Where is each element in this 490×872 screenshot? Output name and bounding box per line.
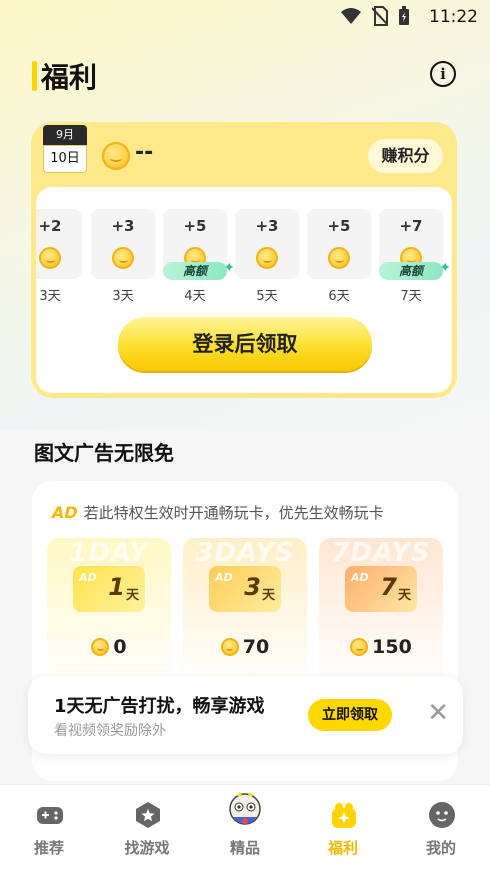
calendar-day: 10日 [43, 145, 87, 173]
info-icon[interactable]: i [430, 61, 456, 87]
plan-card-3days[interactable]: 3DAYS AD 3 天 70 [183, 538, 307, 688]
coin-icon [91, 638, 110, 656]
coin-icon [328, 247, 350, 269]
plan-ad-badge: AD [215, 571, 233, 584]
tab-label: 我的 [425, 839, 456, 857]
plan-tile: AD 7 天 [345, 566, 417, 612]
points-balance: -- [135, 140, 154, 165]
tab-find-games[interactable]: 找游戏 [98, 785, 196, 872]
bottom-tab-bar: 推荐 找游戏 精品 福利 我的 [0, 784, 490, 872]
high-bonus-badge: 高额 [163, 262, 227, 280]
ad-logo-icon: AD [52, 503, 78, 522]
toast-title: 1天无广告打扰，畅享游戏 [54, 696, 265, 717]
plan-price: 0 [47, 636, 171, 658]
coin-icon [39, 247, 61, 269]
day-points: +7 [399, 217, 423, 235]
status-time: 11:22 [429, 7, 478, 27]
tab-label: 福利 [327, 839, 358, 857]
wifi-icon [341, 8, 361, 24]
search-game-icon [136, 802, 160, 828]
day-points: +3 [111, 217, 135, 235]
plan-days: 1 [108, 573, 125, 601]
gift-icon [332, 803, 356, 828]
plan-unit: 天 [125, 588, 139, 603]
status-bar: 11:22 [0, 0, 490, 34]
plan-price-value: 150 [372, 636, 412, 658]
day-label: 6天 [328, 289, 350, 304]
ad-free-toast: 1天无广告打扰，畅享游戏 看视频领奖励除外 立即领取 ✕ [28, 676, 463, 754]
page-header: 福利 [32, 56, 97, 96]
day-card: +3 [235, 209, 299, 279]
mascot-icon [229, 792, 261, 825]
coin-icon [112, 247, 134, 269]
day-points: +5 [183, 217, 207, 235]
coin-icon [350, 638, 369, 656]
plan-price-value: 70 [242, 636, 270, 658]
tab-label: 精品 [229, 839, 260, 857]
plan-price-value: 0 [113, 636, 127, 658]
day-label: 3天 [39, 289, 61, 304]
day-points: +5 [327, 217, 351, 235]
day-points: +3 [255, 217, 279, 235]
section-title: 图文广告无限免 [34, 441, 174, 465]
plan-days: 3 [244, 573, 261, 601]
coin-icon [102, 142, 130, 170]
ad-note: AD 若此特权生效时开通畅玩卡，优先生效畅玩卡 [52, 502, 384, 523]
plan-tile: AD 1 天 [73, 566, 145, 612]
profile-icon [429, 802, 455, 828]
plan-card-1day[interactable]: 1DAY AD 1 天 0 [47, 538, 171, 688]
day-card: +3 [91, 209, 155, 279]
plan-watermark: 1DAY [69, 538, 149, 568]
calendar-month: 9月 [43, 125, 87, 145]
plan-unit: 天 [261, 588, 275, 603]
plan-unit: 天 [397, 588, 411, 603]
tab-label: 推荐 [33, 839, 64, 857]
page-title: 福利 [41, 61, 98, 94]
calendar-icon: 9月 10日 [41, 125, 89, 173]
tab-mine[interactable]: 我的 [392, 785, 490, 872]
day-card: +7 高额 ✦ [379, 209, 451, 280]
sparkle-icon: ✦ [439, 260, 451, 276]
close-icon[interactable]: ✕ [427, 698, 449, 728]
plan-tile: AD 3 天 [209, 566, 281, 612]
coin-icon [256, 247, 278, 269]
toast-subtitle: 看视频领奖励除外 [54, 723, 166, 739]
plan-watermark: 7DAYS [331, 538, 431, 568]
tab-recommend[interactable]: 推荐 [0, 785, 98, 872]
day-label: 3天 [112, 289, 134, 304]
gamepad-icon [37, 807, 63, 824]
tab-welfare[interactable]: 福利 [294, 785, 392, 872]
day-label: 5天 [256, 289, 278, 304]
tab-label: 找游戏 [124, 839, 170, 857]
tab-featured[interactable]: 精品 [196, 785, 294, 872]
login-to-claim-button[interactable]: 登录后领取 [118, 317, 372, 371]
day-points: +2 [38, 217, 62, 235]
plan-card-7days[interactable]: 7DAYS AD 7 天 150 [319, 538, 443, 688]
day-card: +5 高额 ✦ [163, 209, 235, 280]
plan-price: 70 [183, 636, 307, 658]
plan-ad-badge: AD [351, 571, 369, 584]
day-card: +2 [36, 209, 82, 279]
high-bonus-badge: 高额 [379, 262, 443, 280]
day-label: 7天 [400, 289, 422, 304]
signin-days-panel: +2 3天 +3 3天 +5 高额 ✦ 4天 +3 5天 +5 6天 +7 高额… [36, 187, 452, 393]
battery-icon [399, 6, 409, 25]
no-sim-icon [372, 6, 388, 26]
claim-now-button[interactable]: 立即领取 [308, 699, 392, 731]
coin-icon [220, 638, 239, 656]
plan-ad-badge: AD [79, 571, 97, 584]
title-accent-bar [32, 61, 37, 91]
day-card: +5 [307, 209, 371, 279]
plan-days: 7 [380, 573, 397, 601]
ad-note-text: 若此特权生效时开通畅玩卡，优先生效畅玩卡 [83, 504, 384, 522]
plan-price: 150 [319, 636, 443, 658]
sparkle-icon: ✦ [223, 260, 235, 276]
day-label: 4天 [184, 289, 206, 304]
earn-points-button[interactable]: 赚积分 [368, 139, 443, 173]
plan-watermark: 3DAYS [195, 538, 295, 568]
